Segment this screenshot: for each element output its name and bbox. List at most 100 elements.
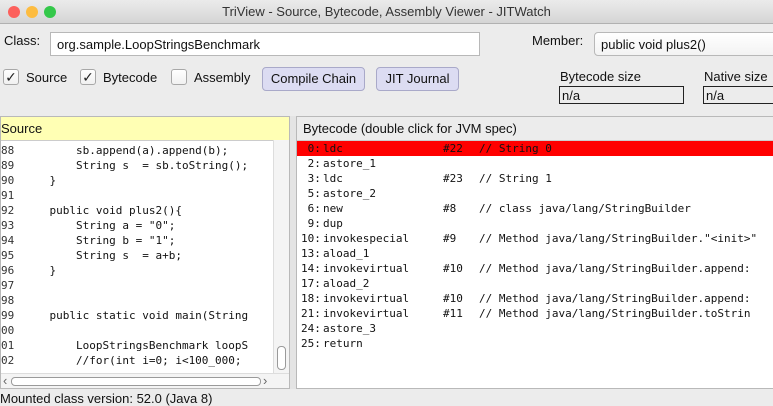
bytecode-argument: #10 <box>443 292 463 305</box>
source-line-number: 00 <box>1 324 15 337</box>
assembly-checkbox[interactable] <box>171 69 187 85</box>
source-line[interactable]: 98 <box>1 293 273 308</box>
source-vertical-scrollbar[interactable] <box>273 140 289 373</box>
source-line-code: String a = "0"; <box>23 219 176 232</box>
bytecode-size-value: n/a <box>559 86 684 104</box>
bytecode-line[interactable]: 17: aload_2 <box>297 276 773 291</box>
source-line[interactable]: 95 String s = a+b; <box>1 248 273 263</box>
source-line[interactable]: 97 <box>1 278 273 293</box>
jit-journal-button[interactable]: JIT Journal <box>376 67 459 91</box>
bytecode-line[interactable]: 6: new #8 // class java/lang/StringBuilder <box>297 201 773 216</box>
source-horizontal-thumb[interactable] <box>11 377 261 386</box>
bytecode-argument: #11 <box>443 307 463 320</box>
bytecode-opcode: dup <box>323 217 343 230</box>
source-line[interactable]: 02 //for(int i=0; i<100_000; <box>1 353 273 368</box>
bytecode-opcode: astore_3 <box>323 322 376 335</box>
bytecode-offset: 5: <box>301 187 321 200</box>
source-line-code: } <box>23 264 57 277</box>
bytecode-line[interactable]: 21: invokevirtual #11 // Method java/lang/S… <box>297 306 773 321</box>
bytecode-offset: 2: <box>301 157 321 170</box>
assembly-checkbox-label: Assembly <box>194 70 251 85</box>
bytecode-comment: // Method java/lang/StringBuilder.append… <box>479 262 751 275</box>
compile-chain-button[interactable]: Compile Chain <box>262 67 365 91</box>
bytecode-opcode: return <box>323 337 363 350</box>
bytecode-opcode: astore_2 <box>323 187 376 200</box>
source-line[interactable]: 96 } <box>1 263 273 278</box>
bytecode-line[interactable]: 14: invokevirtual #10 // Method java/lang/S… <box>297 261 773 276</box>
title-bar: TriView - Source, Bytecode, Assembly Vie… <box>0 0 773 24</box>
bytecode-opcode: invokevirtual <box>323 262 410 275</box>
source-line[interactable]: 89 String s = sb.toString(); <box>1 158 273 173</box>
source-line-code: } <box>23 174 57 187</box>
bytecode-offset: 3: <box>301 172 321 185</box>
bytecode-opcode: invokevirtual <box>323 307 410 320</box>
member-select[interactable]: public void plus2() <box>594 32 773 56</box>
bytecode-pane: Bytecode (double click for JVM spec) 0: l… <box>296 116 773 389</box>
source-line-code: public void plus2(){ <box>23 204 182 217</box>
source-line-number: 90 <box>1 174 15 187</box>
bytecode-argument: #22 <box>443 142 463 155</box>
source-line[interactable]: 93 String a = "0"; <box>1 218 273 233</box>
bytecode-line[interactable]: 3: ldc #23 // String 1 <box>297 171 773 186</box>
native-size-value: n/a <box>703 86 773 104</box>
source-line-code: String b = "1"; <box>23 234 176 247</box>
bytecode-line[interactable]: 25: return <box>297 336 773 351</box>
source-checkmark-icon: ✓ <box>5 69 17 85</box>
bytecode-code-area[interactable]: 0: ldc #22 // String 0 2: astore_1 3: ldc #23/… <box>297 140 773 388</box>
source-line-code: //for(int i=0; i<100_000; <box>23 354 242 367</box>
source-line[interactable]: 91 <box>1 188 273 203</box>
bytecode-line[interactable]: 13: aload_1 <box>297 246 773 261</box>
bytecode-line[interactable]: 5: astore_2 <box>297 186 773 201</box>
bytecode-line[interactable]: 9: dup <box>297 216 773 231</box>
source-line-code: LoopStringsBenchmark loopS <box>23 339 249 352</box>
bytecode-comment: // String 1 <box>479 172 552 185</box>
bytecode-offset: 17: <box>301 277 321 290</box>
source-line[interactable]: 88 sb.append(a).append(b); <box>1 143 273 158</box>
source-line[interactable]: 90 } <box>1 173 273 188</box>
bytecode-offset: 9: <box>301 217 321 230</box>
source-line[interactable]: 00 <box>1 323 273 338</box>
scroll-left-icon[interactable]: ‹ <box>3 373 7 388</box>
source-line[interactable]: 94 String b = "1"; <box>1 233 273 248</box>
bytecode-offset: 18: <box>301 292 321 305</box>
source-line-number: 99 <box>1 309 15 322</box>
source-scroll-thumb[interactable] <box>277 346 286 370</box>
source-line-number: 01 <box>1 339 15 352</box>
bytecode-opcode: new <box>323 202 343 215</box>
bytecode-offset: 10: <box>301 232 321 245</box>
source-pane-header: Source <box>1 117 289 140</box>
source-pane: Source 88 sb.append(a).append(b); 89 Stri… <box>0 116 290 389</box>
bytecode-argument: #10 <box>443 262 463 275</box>
bytecode-opcode: aload_1 <box>323 247 370 260</box>
bytecode-line[interactable]: 18: invokevirtual #10 // Method java/lang/S… <box>297 291 773 306</box>
source-line-number: 98 <box>1 294 15 307</box>
bytecode-offset: 0: <box>301 142 321 155</box>
class-field[interactable]: org.sample.LoopStringsBenchmark <box>50 32 480 56</box>
bytecode-line[interactable]: 2: astore_1 <box>297 156 773 171</box>
source-line-code: String s = sb.toString(); <box>23 159 249 172</box>
source-horizontal-scrollbar[interactable]: ‹ › <box>1 373 289 388</box>
bytecode-opcode: ldc <box>323 172 343 185</box>
source-checkbox-label: Source <box>26 70 68 85</box>
bytecode-comment: // class java/lang/StringBuilder <box>479 202 691 215</box>
source-checkbox[interactable]: ✓ <box>3 69 19 85</box>
bytecode-offset: 21: <box>301 307 321 320</box>
scroll-right-icon[interactable]: › <box>263 373 267 388</box>
bytecode-checkbox-label: Bytecode <box>103 70 158 85</box>
source-line-code: public static void main(String <box>23 309 249 322</box>
bytecode-line[interactable]: 10: invokespecial #9 // Method java/lang/St… <box>297 231 773 246</box>
source-line[interactable]: 92 public void plus2(){ <box>1 203 273 218</box>
bytecode-offset: 25: <box>301 337 321 350</box>
bytecode-comment: // Method java/lang/StringBuilder.toStri… <box>479 307 751 320</box>
bytecode-comment: // Method java/lang/StringBuilder.append… <box>479 292 751 305</box>
bytecode-comment: // String 0 <box>479 142 552 155</box>
bytecode-opcode: astore_1 <box>323 157 376 170</box>
bytecode-line[interactable]: 24: astore_3 <box>297 321 773 336</box>
source-line[interactable]: 99 public static void main(String <box>1 308 273 323</box>
source-code-area[interactable]: 88 sb.append(a).append(b); 89 String s = … <box>1 140 273 373</box>
bytecode-checkbox[interactable]: ✓ <box>80 69 96 85</box>
source-line-number: 91 <box>1 189 15 202</box>
bytecode-line[interactable]: 0: ldc #22 // String 0 <box>297 141 773 156</box>
source-line[interactable]: 01 LoopStringsBenchmark loopS <box>1 338 273 353</box>
bytecode-opcode: aload_2 <box>323 277 370 290</box>
